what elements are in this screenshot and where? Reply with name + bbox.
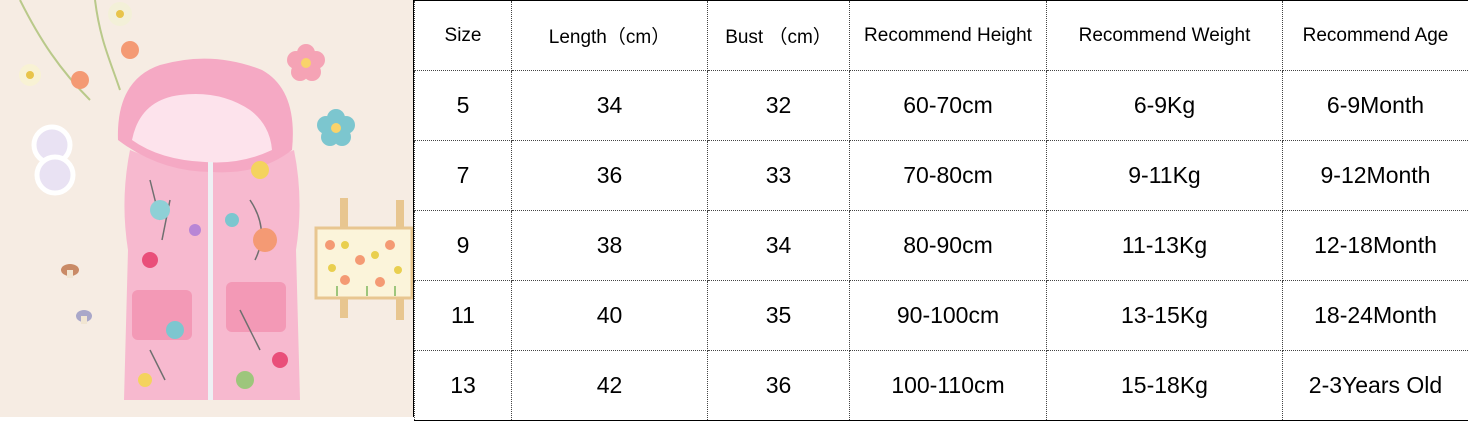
table-row: 9 38 34 80-90cm 11-13Kg 12-18Month	[415, 211, 1468, 281]
header-recommend-age: Recommend Age	[1283, 1, 1468, 71]
header-size: Size	[415, 1, 512, 71]
table-row: 7 36 33 70-80cm 9-11Kg 9-12Month	[415, 141, 1468, 211]
cell-bust: 32	[708, 71, 850, 141]
cell-age: 6-9Month	[1283, 71, 1468, 141]
table-row: 11 40 35 90-100cm 13-15Kg 18-24Month	[415, 281, 1468, 351]
cell-bust: 36	[708, 351, 850, 421]
cell-height: 80-90cm	[850, 211, 1047, 281]
cell-age: 12-18Month	[1283, 211, 1468, 281]
cell-size: 5	[415, 71, 512, 141]
cell-size: 9	[415, 211, 512, 281]
cell-weight: 13-15Kg	[1047, 281, 1283, 351]
size-chart-table: Size Length（cm） Bust （cm） Recommend Heig…	[414, 0, 1468, 421]
cell-age: 18-24Month	[1283, 281, 1468, 351]
cell-bust: 33	[708, 141, 850, 211]
cell-weight: 6-9Kg	[1047, 71, 1283, 141]
cell-length: 34	[512, 71, 708, 141]
cell-height: 60-70cm	[850, 71, 1047, 141]
cell-height: 100-110cm	[850, 351, 1047, 421]
header-recommend-height: Recommend Height	[850, 1, 1047, 71]
header-recommend-weight: Recommend Weight	[1047, 1, 1283, 71]
cell-length: 38	[512, 211, 708, 281]
cell-age: 9-12Month	[1283, 141, 1468, 211]
header-bust: Bust （cm）	[708, 1, 850, 71]
cell-bust: 34	[708, 211, 850, 281]
cell-age: 2-3Years Old	[1283, 351, 1468, 421]
cell-length: 36	[512, 141, 708, 211]
cell-size: 7	[415, 141, 512, 211]
cell-length: 40	[512, 281, 708, 351]
cell-weight: 9-11Kg	[1047, 141, 1283, 211]
cell-weight: 11-13Kg	[1047, 211, 1283, 281]
header-length: Length（cm）	[512, 1, 708, 71]
cell-height: 90-100cm	[850, 281, 1047, 351]
cell-length: 42	[512, 351, 708, 421]
cell-size: 13	[415, 351, 512, 421]
product-photo	[0, 0, 414, 417]
cell-weight: 15-18Kg	[1047, 351, 1283, 421]
cell-height: 70-80cm	[850, 141, 1047, 211]
cell-bust: 35	[708, 281, 850, 351]
table-row: 13 42 36 100-110cm 15-18Kg 2-3Years Old	[415, 351, 1468, 421]
pink-vest-illustration	[0, 0, 414, 417]
table-header-row: Size Length（cm） Bust （cm） Recommend Heig…	[415, 1, 1468, 71]
cell-size: 11	[415, 281, 512, 351]
table-row: 5 34 32 60-70cm 6-9Kg 6-9Month	[415, 71, 1468, 141]
